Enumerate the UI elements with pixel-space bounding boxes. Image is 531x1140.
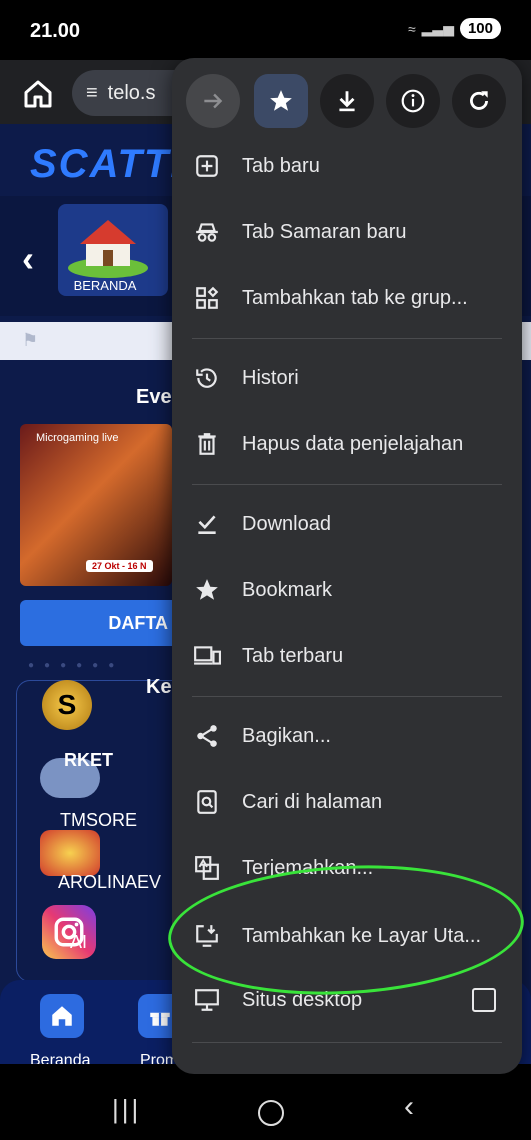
games-title: Ke xyxy=(146,676,172,698)
menu-divider xyxy=(192,338,502,339)
share-icon xyxy=(192,721,222,751)
menu-divider xyxy=(192,484,502,485)
new-tab-icon xyxy=(192,151,222,181)
menu-item-incognito[interactable]: Tab Samaran baru xyxy=(172,200,522,264)
bookmark-star-icon[interactable] xyxy=(254,74,308,128)
translate-icon xyxy=(192,853,222,883)
menu-item-share[interactable]: Bagikan... xyxy=(172,704,522,768)
menu-item-find-in-page[interactable]: Cari di halaman xyxy=(172,770,522,834)
menu-item-bookmarks[interactable]: Bookmark xyxy=(172,558,522,622)
recent-apps-icon[interactable]: ||| xyxy=(112,1094,141,1125)
incognito-icon xyxy=(192,217,222,247)
register-button[interactable]: DAFTA xyxy=(20,600,190,646)
game-item[interactable]: TMSORE xyxy=(60,810,137,831)
menu-item-recent-tabs[interactable]: Tab terbaru xyxy=(172,624,522,688)
chevron-left-icon[interactable]: ‹ xyxy=(22,238,34,280)
menu-label: Tab Samaran baru xyxy=(242,220,407,243)
menu-label: Bookmark xyxy=(242,578,333,601)
find-in-page-icon xyxy=(192,787,222,817)
recent-tabs-icon xyxy=(192,641,222,671)
history-icon xyxy=(192,363,222,393)
game-item[interactable]: AI xyxy=(70,932,87,953)
home-nav-icon[interactable] xyxy=(40,994,84,1038)
wifi-icon: ≈ xyxy=(407,20,416,37)
status-icons: ≈ ▂▃▅ 100 xyxy=(408,18,501,39)
menu-divider xyxy=(192,1042,502,1043)
refresh-icon[interactable] xyxy=(452,74,506,128)
home-icon[interactable] xyxy=(20,76,56,112)
house-icon xyxy=(68,220,148,278)
menu-item-new-tab[interactable]: Tab baru xyxy=(172,134,522,198)
carousel-dots: ●●●●●● xyxy=(28,660,125,671)
system-back-icon[interactable]: ‹ xyxy=(404,1090,414,1124)
menu-label: Histori xyxy=(242,366,299,389)
menu-label: Cari di halaman xyxy=(242,790,383,813)
menu-item-clear-browsing-data[interactable]: Hapus data penjelajahan xyxy=(172,412,522,476)
lottery-balls-icon[interactable] xyxy=(40,830,100,876)
signal-icon: ▂▃▅ xyxy=(421,20,454,36)
star-icon xyxy=(192,575,222,605)
scatterwin-logo-icon[interactable]: S xyxy=(42,680,92,730)
menu-label: Bagikan... xyxy=(242,724,331,747)
menu-label: Hapus data penjelajahan xyxy=(242,432,464,455)
desktop-site-checkbox[interactable] xyxy=(472,988,496,1012)
banner-date: 27 Okt - 16 N xyxy=(86,560,153,572)
site-settings-icon[interactable]: ≡ xyxy=(86,82,98,105)
menu-label: Download xyxy=(242,512,331,535)
status-time: 21.00 xyxy=(30,20,81,42)
menu-divider xyxy=(192,696,502,697)
section-title: Eve xyxy=(136,386,172,408)
tile-label: BERANDA xyxy=(73,278,137,293)
desktop-icon xyxy=(192,985,222,1015)
download-check-icon xyxy=(192,509,222,539)
system-home-icon[interactable] xyxy=(258,1100,284,1126)
banner-brand: Microgaming live xyxy=(36,432,119,444)
battery-indicator: 100 xyxy=(459,18,501,39)
menu-label: Tab terbaru xyxy=(242,644,344,667)
download-icon[interactable] xyxy=(320,74,374,128)
forward-icon[interactable] xyxy=(186,74,240,128)
game-item[interactable]: RKET xyxy=(64,750,113,771)
trash-icon xyxy=(192,429,222,459)
menu-item-downloads[interactable]: Download xyxy=(172,492,522,556)
instagram-icon[interactable] xyxy=(42,905,96,959)
tab-group-icon xyxy=(192,283,222,313)
megaphone-icon: ⚑ xyxy=(22,330,39,350)
url-text: telo.s xyxy=(107,81,156,104)
game-item[interactable]: AROLINAEV xyxy=(58,872,161,893)
menu-item-history[interactable]: Histori xyxy=(172,346,522,410)
menu-item-add-tab-group[interactable]: Tambahkan tab ke grup... xyxy=(172,266,522,330)
info-icon[interactable] xyxy=(386,74,440,128)
menu-label: Tambahkan tab ke grup... xyxy=(242,286,468,309)
menu-label: Tab baru xyxy=(242,154,320,177)
